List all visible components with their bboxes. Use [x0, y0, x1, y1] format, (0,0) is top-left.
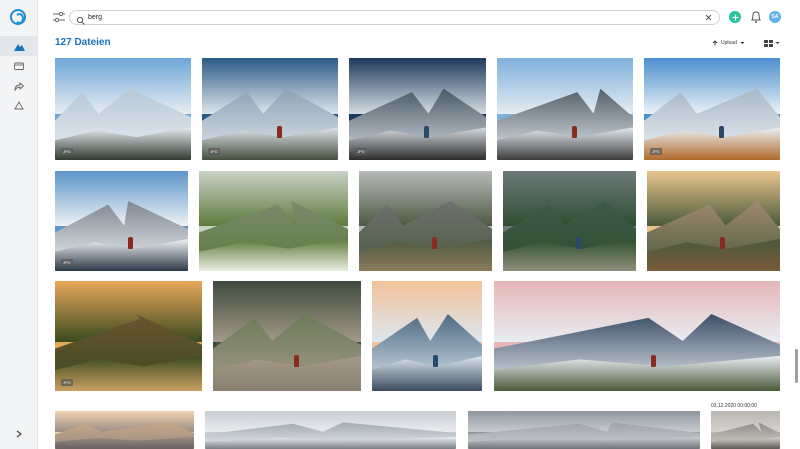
avatar[interactable]: SA [769, 11, 781, 23]
photo-thumbnail[interactable]: JPG [349, 58, 486, 160]
recycle-icon [14, 101, 24, 110]
photo-hiker [294, 354, 300, 367]
search-bar [69, 10, 720, 25]
photo-thumbnail[interactable]: JPG [55, 281, 202, 391]
photo-hiker [651, 354, 657, 367]
photo-thumbnail[interactable] [359, 171, 492, 271]
upload-arrow-icon [712, 40, 718, 46]
photo-thumbnail[interactable] [503, 171, 636, 271]
scrollbar[interactable] [795, 349, 798, 383]
chevron-down-icon [740, 42, 745, 44]
chevron-right-icon [16, 430, 22, 438]
sliders-icon [53, 11, 65, 23]
photo-hiker [720, 237, 726, 249]
photo-thumbnail[interactable] [55, 411, 194, 449]
photo-hiker [424, 125, 430, 138]
photo-thumbnail[interactable] [213, 281, 361, 391]
sidebar-item-shared[interactable] [0, 76, 38, 96]
photo-thumbnail[interactable] [372, 281, 482, 391]
plus-icon [732, 14, 738, 20]
upload-button[interactable]: Upload [712, 39, 745, 47]
photo-thumbnail[interactable]: JPG [644, 58, 780, 160]
search-input[interactable] [88, 12, 688, 23]
folder-icon [14, 62, 24, 70]
sidebar-item-trash[interactable] [0, 96, 38, 116]
clear-search-button[interactable] [703, 12, 713, 22]
app-logo[interactable] [10, 9, 26, 25]
photo-hiker [432, 237, 438, 249]
file-type-badge: JPG [208, 148, 220, 155]
photo-hiker [718, 125, 724, 138]
grid-view-icon [764, 39, 773, 47]
file-type-badge: JPG [61, 259, 73, 266]
filter-button[interactable] [52, 10, 66, 24]
file-type-badge: JPG [355, 148, 367, 155]
photo-thumbnail[interactable]: JPG [202, 58, 338, 160]
photo-hiker [576, 237, 582, 249]
photo-thumbnail[interactable]: JPG [55, 58, 191, 160]
close-icon [705, 14, 711, 20]
top-bar: SA [38, 0, 800, 34]
notifications-button[interactable] [750, 10, 762, 24]
photo-thumbnail[interactable] [647, 171, 780, 271]
photo-sky [55, 171, 188, 226]
file-type-badge: JPG [61, 148, 73, 155]
photo-thumbnail[interactable]: JPG [55, 171, 188, 271]
photo-sky [202, 58, 338, 115]
photo-hiker [276, 125, 282, 138]
photo-thumbnail[interactable] [468, 411, 700, 449]
photo-hiker [571, 125, 577, 138]
page-title: 127 Dateien [55, 37, 111, 48]
sidebar-item-files[interactable] [0, 56, 38, 76]
sidebar-item-photos[interactable] [0, 36, 38, 56]
file-type-badge: JPG [61, 379, 73, 386]
photo-thumbnail[interactable] [205, 411, 456, 449]
chevron-down-icon [775, 42, 780, 44]
bell-icon [751, 11, 761, 23]
photo-hiker [432, 354, 438, 367]
expand-sidebar-button[interactable] [11, 426, 27, 442]
photo-thumbnail[interactable] [711, 411, 780, 449]
photo-thumbnail[interactable] [497, 58, 633, 160]
file-type-badge: JPG [650, 148, 662, 155]
upload-label: Upload [721, 40, 737, 46]
search-icon [76, 13, 86, 25]
share-icon [14, 81, 24, 91]
view-mode-button[interactable] [764, 39, 780, 47]
mountain-icon [13, 43, 25, 51]
group-date-label: 03.12.2020 00:00:00 [711, 403, 757, 409]
photo-thumbnail[interactable] [199, 171, 348, 271]
photo-hiker [128, 237, 134, 249]
photo-thumbnail[interactable] [494, 281, 780, 391]
sidebar [0, 0, 38, 449]
add-button[interactable] [729, 11, 741, 23]
